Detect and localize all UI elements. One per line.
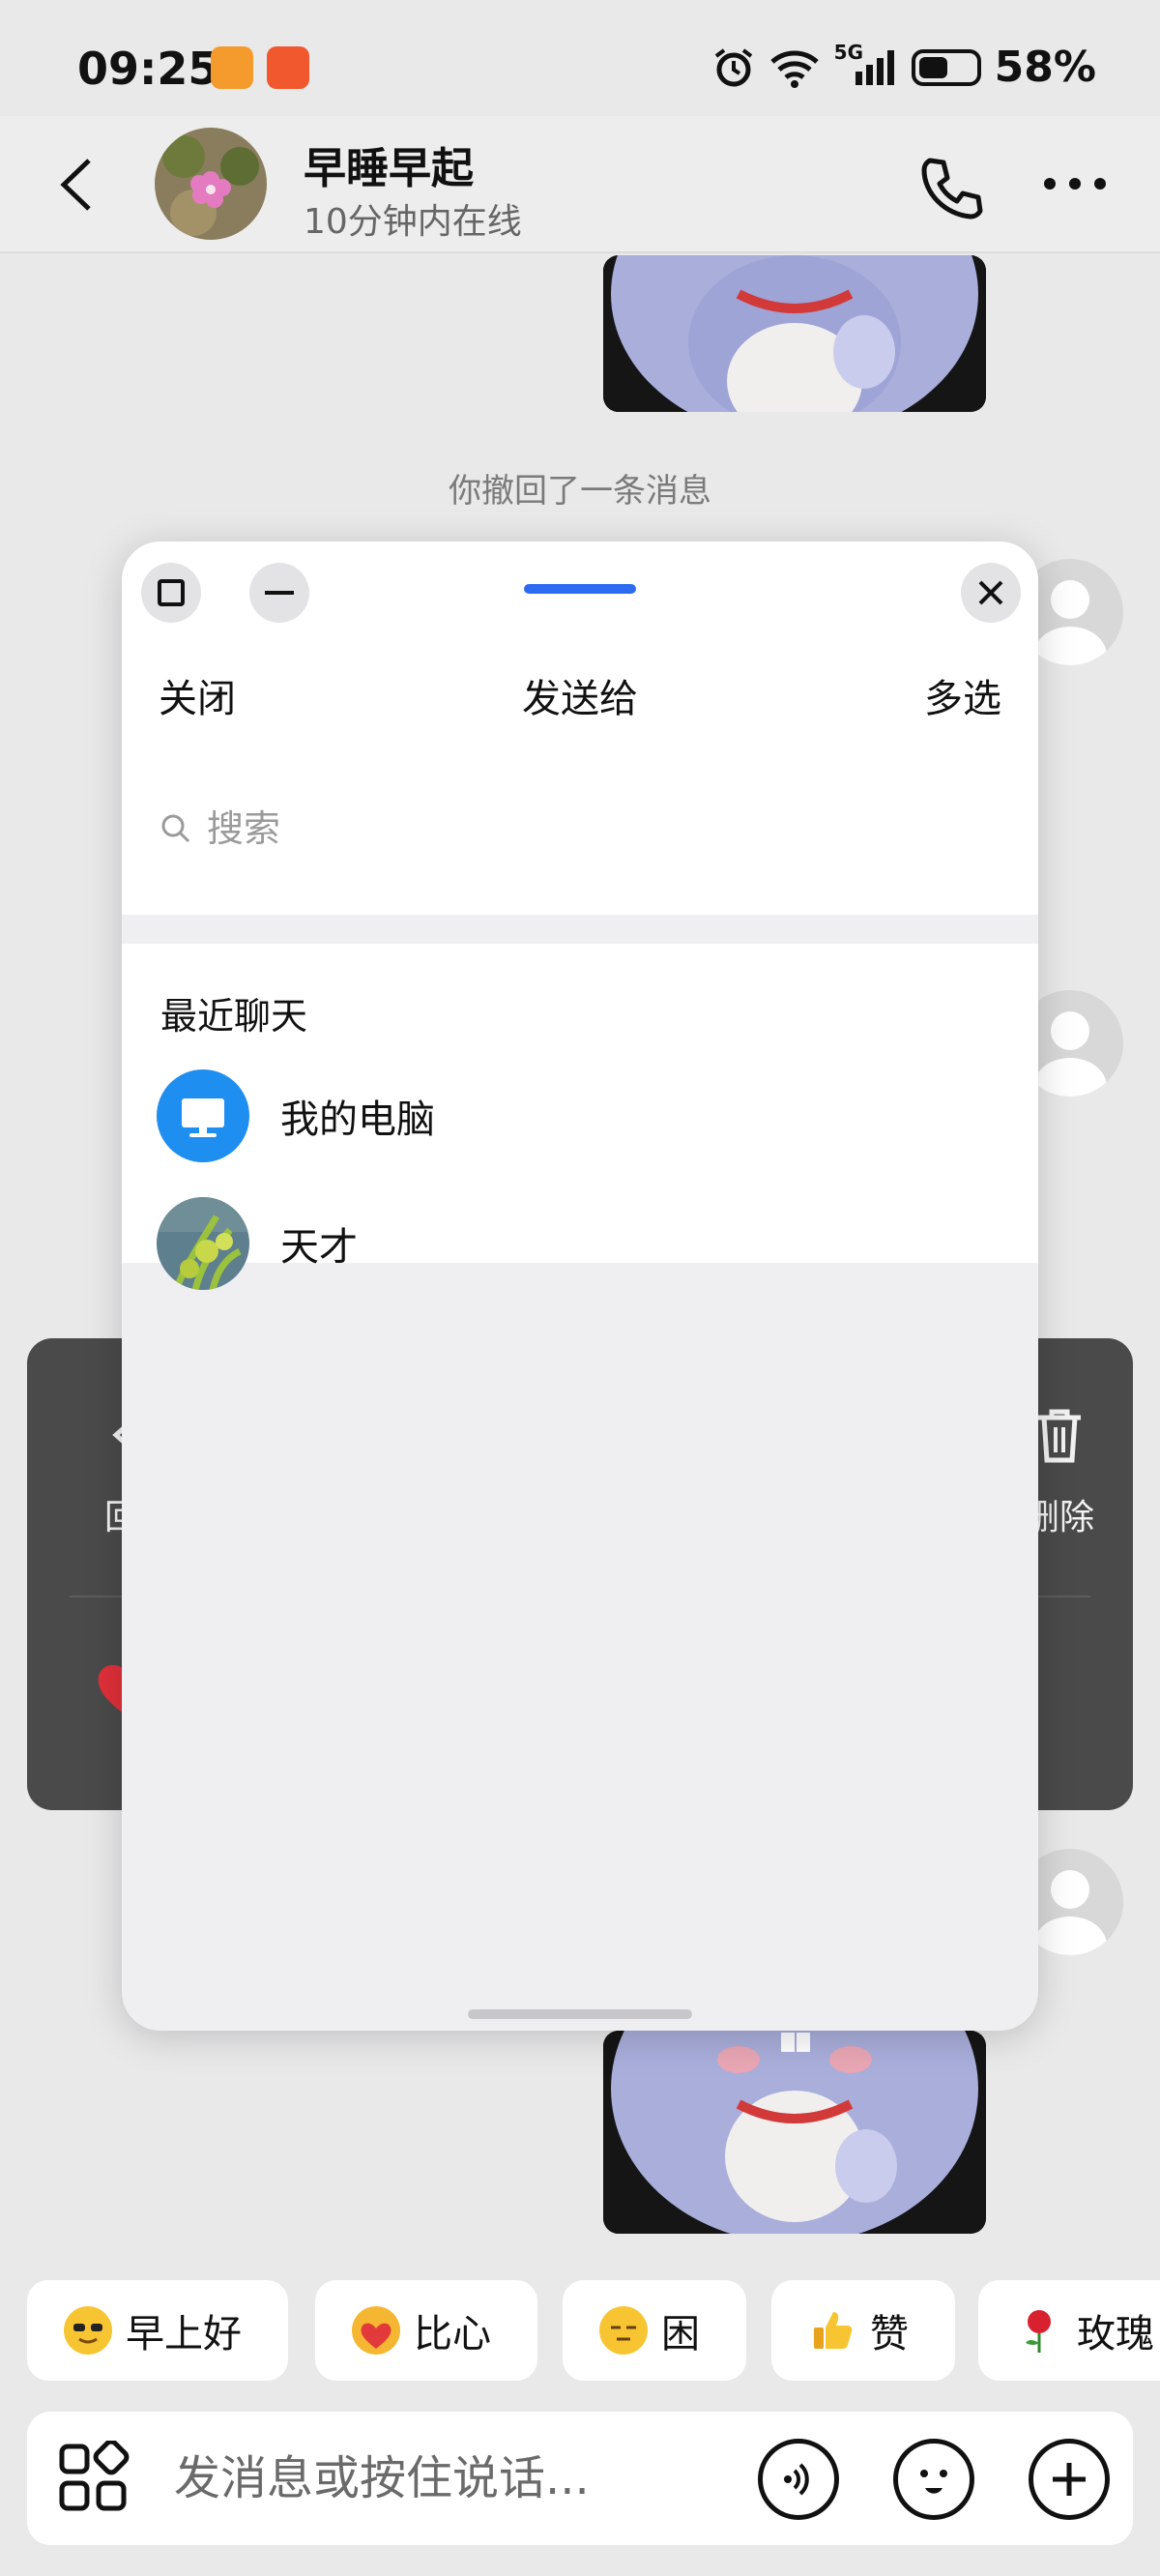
- message-input-bar: [27, 2412, 1133, 2545]
- contact-online-status: 10分钟内在线: [304, 202, 522, 242]
- section-divider: [122, 915, 1038, 944]
- more-icon[interactable]: [1040, 164, 1110, 203]
- sheet-home-indicator: [468, 2009, 692, 2019]
- close-button[interactable]: 关闭: [159, 667, 236, 723]
- contact-name-label: 天才: [280, 1225, 358, 1270]
- quick-reply-label: 困: [661, 2312, 700, 2356]
- signal-icon: [855, 49, 894, 85]
- heart-hands-emoji: [352, 2306, 400, 2355]
- voice-icon: [784, 2463, 809, 2496]
- alarm-icon: [714, 47, 752, 86]
- rose-emoji: [1015, 2306, 1063, 2355]
- sleepy-face-emoji: [599, 2306, 648, 2355]
- share-sheet: 发送给 关闭 多选 最近聊天 我的电脑 天才: [122, 542, 1038, 2031]
- quick-reply-chip[interactable]: 困: [563, 2280, 746, 2381]
- trash-icon[interactable]: [1034, 1406, 1085, 1466]
- quick-reply-chip[interactable]: 玫瑰: [978, 2280, 1160, 2381]
- wifi-icon: [769, 50, 819, 88]
- minimize-button[interactable]: [249, 563, 309, 623]
- search-bar[interactable]: [159, 795, 1000, 863]
- contact-name: 早睡早起: [304, 144, 474, 193]
- thumbs-up-emoji: [808, 2306, 856, 2355]
- message-input[interactable]: [174, 2437, 735, 2520]
- recent-chats-title: 最近聊天: [160, 995, 308, 1038]
- status-bar: 09:25 5G 58%: [0, 0, 1160, 135]
- search-input[interactable]: [207, 807, 961, 850]
- contact-avatar[interactable]: [155, 128, 267, 240]
- chat-header: 早睡早起 10分钟内在线: [0, 116, 1160, 253]
- recall-notice: 你撤回了一条消息: [449, 472, 711, 511]
- share-sheet-header: 发送给 关闭 多选: [122, 542, 1038, 915]
- search-icon: [161, 814, 190, 843]
- back-icon[interactable]: [50, 151, 108, 219]
- quick-reply-chip[interactable]: 比心: [315, 2280, 537, 2381]
- status-time: 09:25: [77, 43, 219, 95]
- quick-reply-label: 赞: [870, 2312, 909, 2356]
- contact-name-label: 我的电脑: [280, 1098, 435, 1142]
- plant-photo-avatar: [157, 1197, 249, 1290]
- multi-select-button[interactable]: 多选: [924, 667, 1001, 723]
- close-window-button[interactable]: [961, 563, 1021, 623]
- sunglasses-sun-emoji: [64, 2306, 112, 2355]
- emoji-icon: [920, 2470, 947, 2494]
- computer-icon: [157, 1069, 249, 1162]
- voice-button[interactable]: [758, 2439, 839, 2520]
- recent-contact-item[interactable]: 我的电脑: [157, 1068, 1007, 1164]
- plus-icon: [1053, 2463, 1086, 2496]
- battery-icon: [911, 48, 981, 86]
- phone-icon[interactable]: [916, 153, 986, 222]
- plus-button[interactable]: [1029, 2439, 1110, 2520]
- recent-chats-section: 最近聊天 我的电脑 天才: [122, 944, 1038, 1290]
- apps-grid-icon[interactable]: [56, 2441, 130, 2514]
- battery-percent: 58%: [994, 43, 1096, 92]
- drag-handle[interactable]: [524, 584, 636, 594]
- chat-image-bottom[interactable]: [603, 2031, 986, 2234]
- quick-reply-label: 比心: [414, 2312, 491, 2356]
- recent-contact-item[interactable]: 天才: [157, 1195, 1007, 1292]
- close-icon: [978, 580, 1003, 605]
- network-type: 5G: [834, 41, 898, 89]
- quick-reply-label: 早上好: [126, 2312, 242, 2356]
- quick-reply-chip[interactable]: 早上好: [27, 2280, 288, 2381]
- video-app-icon: [267, 46, 309, 89]
- chat-image-top[interactable]: [603, 255, 986, 412]
- quick-reply-chip[interactable]: 赞: [771, 2280, 955, 2381]
- maximize-button[interactable]: [141, 563, 201, 623]
- share-sheet-title: 发送给: [522, 677, 638, 721]
- emoji-button[interactable]: [893, 2439, 974, 2520]
- app-notification-icon: [211, 46, 253, 89]
- quick-reply-label: 玫瑰: [1077, 2312, 1154, 2356]
